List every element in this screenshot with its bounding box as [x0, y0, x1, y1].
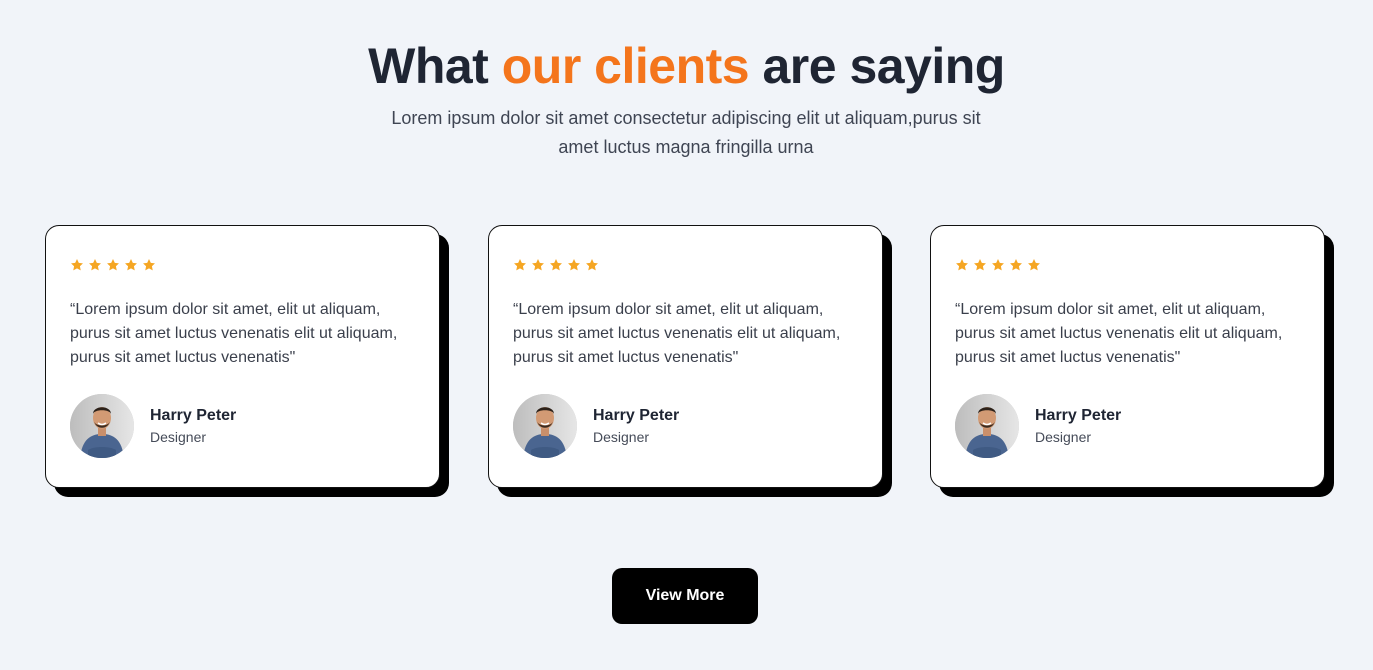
testimonial-author: Harry Peter Designer	[513, 394, 858, 458]
author-name: Harry Peter	[1035, 407, 1122, 424]
testimonial-card: “Lorem ipsum dolor sit amet, elit ut ali…	[488, 225, 883, 488]
star-icon	[991, 258, 1005, 272]
star-icon	[88, 258, 102, 272]
testimonial-author: Harry Peter Designer	[70, 394, 415, 458]
star-icon	[955, 258, 969, 272]
author-name: Harry Peter	[593, 407, 680, 424]
star-icon	[106, 258, 120, 272]
star-rating	[513, 256, 858, 274]
star-icon	[973, 258, 987, 272]
view-more-button[interactable]: View More	[612, 568, 758, 624]
star-icon	[531, 258, 545, 272]
section-subtitle: Lorem ipsum dolor sit amet consectetur a…	[391, 108, 981, 157]
testimonial-cards: “Lorem ipsum dolor sit amet, elit ut ali…	[45, 225, 1345, 505]
testimonial-author: Harry Peter Designer	[955, 394, 1300, 458]
star-icon	[513, 258, 527, 272]
title-suffix: are saying	[762, 38, 1005, 94]
star-rating	[955, 256, 1300, 274]
testimonial-quote: “Lorem ipsum dolor sit amet, elit ut ali…	[513, 301, 841, 366]
author-name: Harry Peter	[150, 407, 237, 424]
star-icon	[1027, 258, 1041, 272]
star-icon	[70, 258, 84, 272]
testimonials-section: What our clients are saying Lorem ipsum …	[0, 0, 1373, 670]
author-role: Designer	[150, 429, 207, 445]
title-accent: our clients	[501, 38, 750, 94]
testimonial-card: “Lorem ipsum dolor sit amet, elit ut ali…	[930, 225, 1325, 488]
testimonial-quote: “Lorem ipsum dolor sit amet, elit ut ali…	[955, 301, 1283, 366]
star-rating	[70, 256, 415, 274]
title-prefix: What	[368, 38, 489, 94]
person-avatar-icon	[70, 394, 134, 458]
testimonial-card: “Lorem ipsum dolor sit amet, elit ut ali…	[45, 225, 440, 488]
person-avatar-icon	[513, 394, 577, 458]
star-icon	[142, 258, 156, 272]
author-role: Designer	[593, 429, 650, 445]
star-icon	[124, 258, 138, 272]
testimonial-quote: “Lorem ipsum dolor sit amet, elit ut ali…	[70, 301, 398, 366]
author-role: Designer	[1035, 429, 1092, 445]
star-icon	[585, 258, 599, 272]
star-icon	[549, 258, 563, 272]
star-icon	[567, 258, 581, 272]
section-title: What our clients are saying	[0, 36, 1373, 96]
person-avatar-icon	[955, 394, 1019, 458]
star-icon	[1009, 258, 1023, 272]
